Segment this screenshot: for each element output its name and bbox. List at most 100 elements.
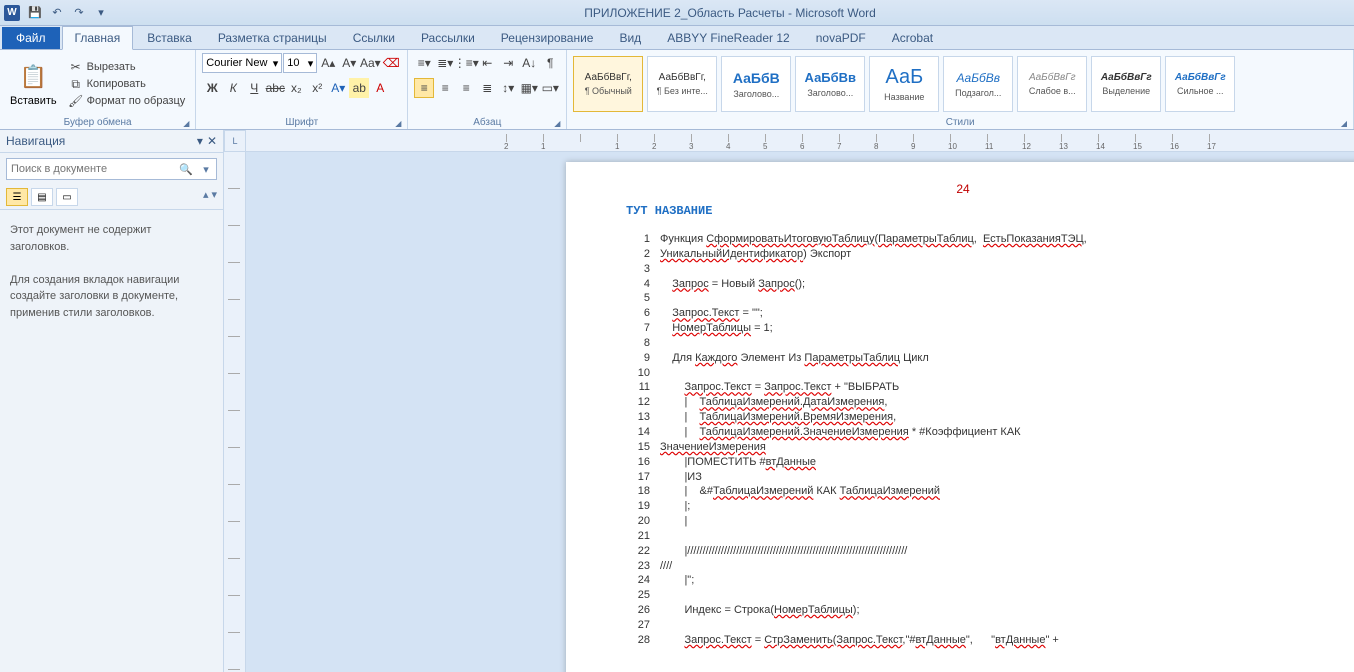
line-text[interactable]: | ТаблицаИзмерений.ЗначениеИзмерения * #… xyxy=(660,425,1300,440)
style-item[interactable]: АаБбВвЗаголово... xyxy=(795,56,865,112)
line-text[interactable]: //// xyxy=(660,559,1300,574)
page-viewport[interactable]: 24 ТУТ НАЗВАНИЕ 1Функция СформироватьИто… xyxy=(246,152,1354,672)
line-text[interactable]: |ИЗ xyxy=(660,470,1300,485)
line-text[interactable]: Запрос.Текст = СтрЗаменить(Запрос.Текст,… xyxy=(660,633,1300,648)
code-line[interactable]: 6 Запрос.Текст = ""; xyxy=(626,306,1300,321)
style-item[interactable]: АаБбВвГг,¶ Обычный xyxy=(573,56,643,112)
line-text[interactable]: | &#ТаблицаИзмерений КАК ТаблицаИзмерени… xyxy=(660,484,1300,499)
vertical-ruler[interactable] xyxy=(224,152,246,672)
tab-page-layout[interactable]: Разметка страницы xyxy=(206,27,339,49)
code-line[interactable]: 5 xyxy=(626,291,1300,306)
bullets-button[interactable]: ≡▾ xyxy=(414,53,434,73)
tab-references[interactable]: Ссылки xyxy=(341,27,407,49)
line-text[interactable]: Запрос.Текст = Запрос.Текст + "ВЫБРАТЬ xyxy=(660,380,1300,395)
sort-button[interactable]: A↓ xyxy=(519,53,539,73)
nav-prev-icon[interactable]: ▴ xyxy=(203,188,209,206)
nav-view-results[interactable]: ▭ xyxy=(56,188,78,206)
style-item[interactable]: АаБбВвГг,¶ Без инте... xyxy=(647,56,717,112)
code-line[interactable]: 3 xyxy=(626,262,1300,277)
tab-abbyy[interactable]: ABBYY FineReader 12 xyxy=(655,27,802,49)
code-line[interactable]: 8 xyxy=(626,336,1300,351)
line-text[interactable] xyxy=(660,588,1300,603)
code-line[interactable]: 2УникальныйИдентификатор) Экспорт xyxy=(626,247,1300,262)
line-text[interactable]: Функция СформироватьИтоговуюТаблицу(Пара… xyxy=(660,232,1300,247)
code-line[interactable]: 23//// xyxy=(626,559,1300,574)
underline-button[interactable]: Ч xyxy=(244,78,264,98)
style-item[interactable]: АаБбВвГгСлабое в... xyxy=(1017,56,1087,112)
italic-button[interactable]: К xyxy=(223,78,243,98)
line-spacing-button[interactable]: ↕▾ xyxy=(498,78,518,98)
code-line[interactable]: 18 | &#ТаблицаИзмерений КАК ТаблицаИзмер… xyxy=(626,484,1300,499)
nav-next-icon[interactable]: ▾ xyxy=(211,188,217,206)
strike-button[interactable]: abc xyxy=(265,78,285,98)
borders-button[interactable]: ▭▾ xyxy=(540,78,560,98)
code-line[interactable]: 4 Запрос = Новый Запрос(); xyxy=(626,277,1300,292)
search-icon[interactable]: 🔍 xyxy=(176,163,196,176)
shading-button[interactable]: ▦▾ xyxy=(519,78,539,98)
navigation-search[interactable]: 🔍 ▾ xyxy=(6,158,217,180)
code-block[interactable]: 1Функция СформироватьИтоговуюТаблицу(Пар… xyxy=(626,232,1300,648)
tab-review[interactable]: Рецензирование xyxy=(489,27,606,49)
increase-indent-button[interactable]: ⇥ xyxy=(498,53,518,73)
style-item[interactable]: АаБНазвание xyxy=(869,56,939,112)
clipboard-launcher-icon[interactable]: ◢ xyxy=(181,119,191,129)
line-text[interactable]: | xyxy=(660,514,1300,529)
code-line[interactable]: 16 |ПОМЕСТИТЬ #втДанные xyxy=(626,455,1300,470)
line-text[interactable]: ЗначениеИзмерения xyxy=(660,440,1300,455)
subscript-button[interactable]: x₂ xyxy=(286,78,306,98)
line-text[interactable]: |ПОМЕСТИТЬ #втДанные xyxy=(660,455,1300,470)
styles-launcher-icon[interactable]: ◢ xyxy=(1339,119,1349,129)
nav-view-pages[interactable]: ▤ xyxy=(31,188,53,206)
code-line[interactable]: 12 | ТаблицаИзмерений.ДатаИзмерения, xyxy=(626,395,1300,410)
code-line[interactable]: 13 | ТаблицаИзмерений.ВремяИзмерения, xyxy=(626,410,1300,425)
code-line[interactable]: 15ЗначениеИзмерения xyxy=(626,440,1300,455)
superscript-button[interactable]: x² xyxy=(307,78,327,98)
line-text[interactable]: Для Каждого Элемент Из ПараметрыТаблиц Ц… xyxy=(660,351,1300,366)
line-text[interactable]: |"; xyxy=(660,573,1300,588)
format-painter-button[interactable]: 🖌Формат по образцу xyxy=(65,93,190,109)
align-left-button[interactable]: ≡ xyxy=(414,78,434,98)
line-text[interactable]: Индекс = Строка(НомерТаблицы); xyxy=(660,603,1300,618)
line-text[interactable]: Запрос = Новый Запрос(); xyxy=(660,277,1300,292)
line-text[interactable]: НомерТаблицы = 1; xyxy=(660,321,1300,336)
save-icon[interactable]: 💾 xyxy=(26,4,44,22)
code-line[interactable]: 10 xyxy=(626,366,1300,381)
code-line[interactable]: 24 |"; xyxy=(626,573,1300,588)
change-case-button[interactable]: Aa▾ xyxy=(360,53,380,73)
code-line[interactable]: 21 xyxy=(626,529,1300,544)
tab-acrobat[interactable]: Acrobat xyxy=(880,27,945,49)
code-line[interactable]: 25 xyxy=(626,588,1300,603)
shrink-font-button[interactable]: A▾ xyxy=(339,53,359,73)
line-text[interactable] xyxy=(660,529,1300,544)
code-line[interactable]: 28 Запрос.Текст = СтрЗаменить(Запрос.Тек… xyxy=(626,633,1300,648)
line-text[interactable] xyxy=(660,366,1300,381)
line-text[interactable]: Запрос.Текст = ""; xyxy=(660,306,1300,321)
font-launcher-icon[interactable]: ◢ xyxy=(393,119,403,129)
paste-button[interactable]: 📋 Вставить xyxy=(6,59,61,109)
code-line[interactable]: 26 Индекс = Строка(НомерТаблицы); xyxy=(626,603,1300,618)
style-item[interactable]: АаБбВвПодзагол... xyxy=(943,56,1013,112)
align-right-button[interactable]: ≡ xyxy=(456,78,476,98)
code-line[interactable]: 9 Для Каждого Элемент Из ПараметрыТаблиц… xyxy=(626,351,1300,366)
line-text[interactable]: | ТаблицаИзмерений.ДатаИзмерения, xyxy=(660,395,1300,410)
line-text[interactable]: УникальныйИдентификатор) Экспорт xyxy=(660,247,1300,262)
justify-button[interactable]: ≣ xyxy=(477,78,497,98)
paragraph-launcher-icon[interactable]: ◢ xyxy=(552,119,562,129)
qat-customize-icon[interactable]: ▾ xyxy=(92,4,110,22)
show-marks-button[interactable]: ¶ xyxy=(540,53,560,73)
code-line[interactable]: 14 | ТаблицаИзмерений.ЗначениеИзмерения … xyxy=(626,425,1300,440)
line-text[interactable] xyxy=(660,336,1300,351)
line-text[interactable]: |///////////////////////////////////////… xyxy=(660,544,1300,559)
code-line[interactable]: 17 |ИЗ xyxy=(626,470,1300,485)
redo-icon[interactable]: ↷ xyxy=(70,4,88,22)
search-input[interactable] xyxy=(7,163,176,175)
code-line[interactable]: 22 |////////////////////////////////////… xyxy=(626,544,1300,559)
code-line[interactable]: 27 xyxy=(626,618,1300,633)
code-line[interactable]: 20 | xyxy=(626,514,1300,529)
horizontal-ruler[interactable]: 211234567891011121314151617 xyxy=(246,130,1354,152)
font-family-combo[interactable]: Courier New▾ xyxy=(202,53,282,73)
line-text[interactable]: |; xyxy=(660,499,1300,514)
code-line[interactable]: 19 |; xyxy=(626,499,1300,514)
tab-home[interactable]: Главная xyxy=(62,26,134,50)
nav-pin-icon[interactable]: ▾ xyxy=(197,134,203,148)
